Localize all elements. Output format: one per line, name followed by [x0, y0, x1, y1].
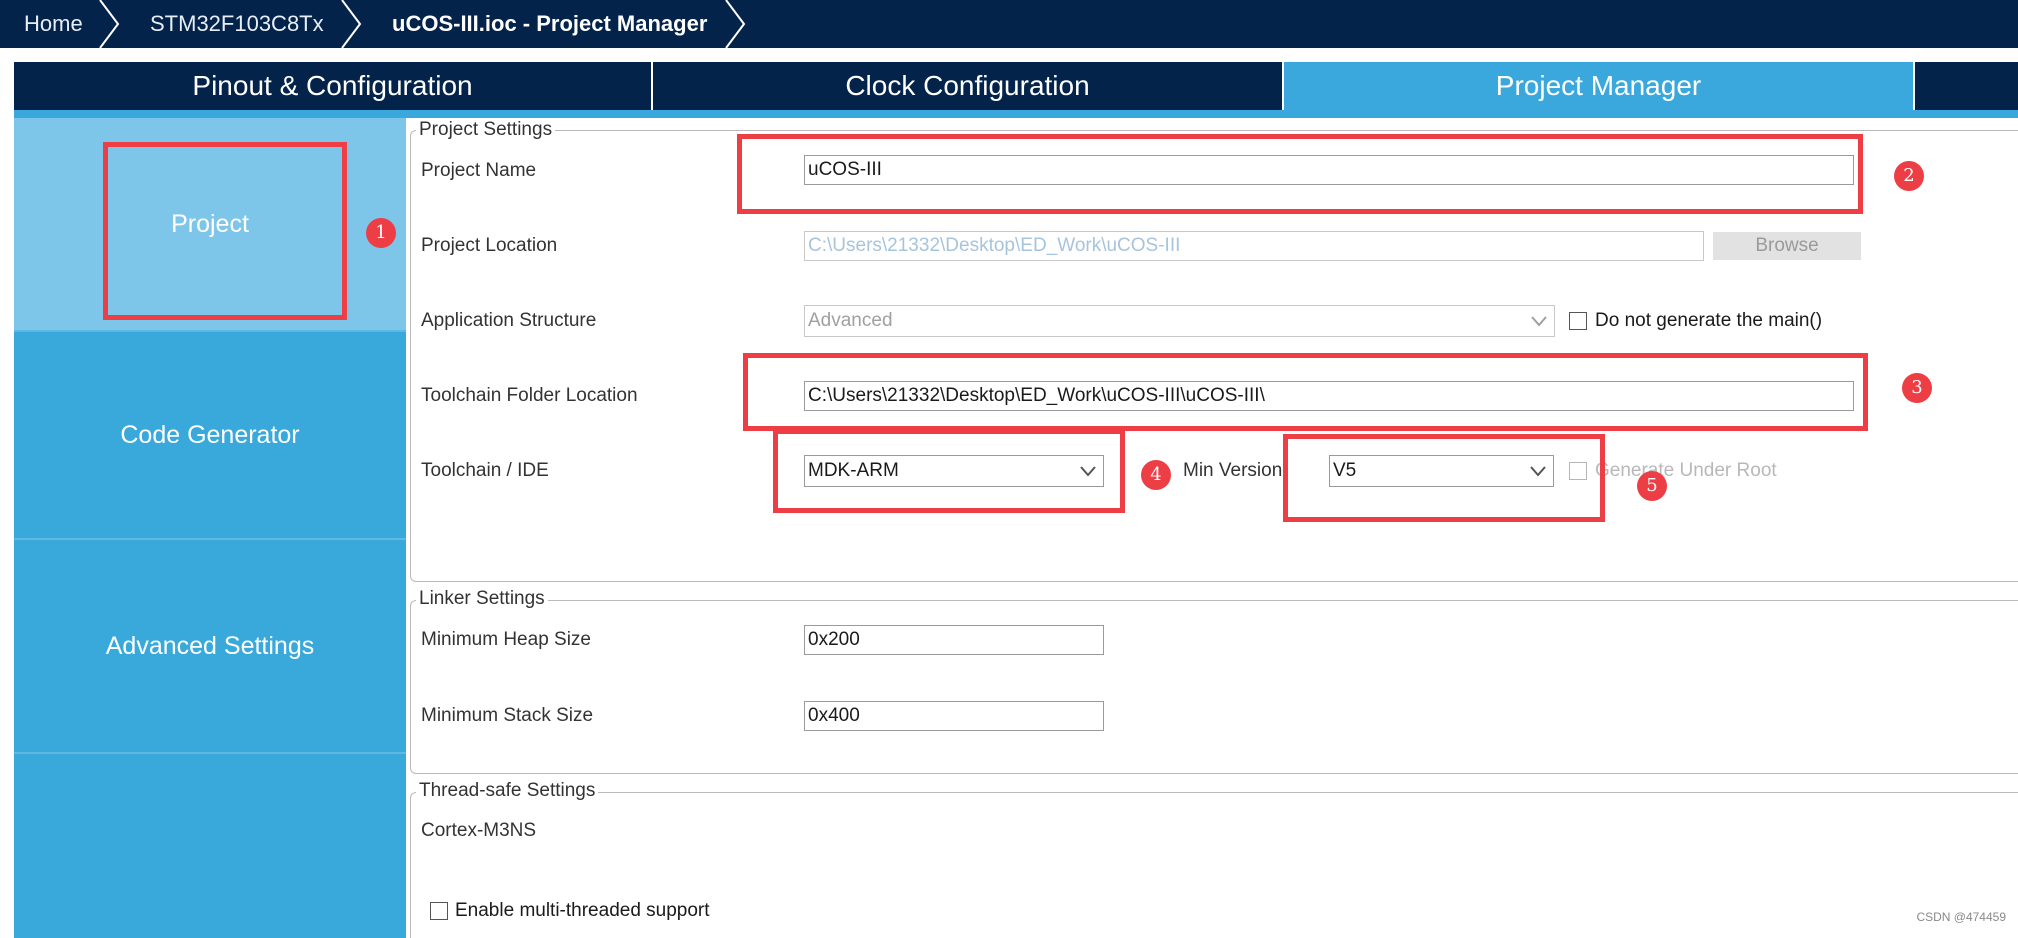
- breadcrumb: Home STM32F103C8Tx uCOS-III.ioc - Projec…: [0, 0, 2018, 48]
- enable-multithreaded-label: Enable multi-threaded support: [455, 900, 710, 921]
- min-version-label: Min Version: [1183, 460, 1283, 481]
- annotation-badge: 4: [1141, 460, 1171, 490]
- highlight-box: [737, 134, 1863, 214]
- project-name-label: Project Name: [421, 160, 537, 181]
- linker-settings-title: Linker Settings: [416, 588, 548, 610]
- min-stack-size-input[interactable]: 0x400: [804, 701, 1104, 731]
- chevron-right-icon: [722, 0, 748, 48]
- application-structure-label: Application Structure: [421, 310, 597, 331]
- project-settings-title: Project Settings: [416, 119, 556, 141]
- chevron-right-icon: [96, 0, 122, 48]
- toolchain-ide-label: Toolchain / IDE: [421, 460, 549, 481]
- tab-clock-configuration[interactable]: Clock Configuration: [653, 62, 1284, 110]
- highlight-box: [773, 429, 1125, 513]
- linker-settings-group: [410, 600, 2018, 774]
- breadcrumb-device[interactable]: STM32F103C8Tx: [150, 0, 324, 48]
- chevron-right-icon: [338, 0, 364, 48]
- min-heap-size-input[interactable]: 0x200: [804, 625, 1104, 655]
- browse-button[interactable]: Browse: [1713, 232, 1861, 260]
- do-not-generate-main-label: Do not generate the main(): [1595, 310, 1823, 331]
- annotation-badge: 2: [1894, 161, 1924, 191]
- sidebar-item-advanced-settings[interactable]: Advanced Settings: [14, 540, 406, 752]
- sidebar-item-label: Code Generator: [120, 421, 300, 449]
- chevron-down-icon: [1530, 314, 1548, 328]
- do-not-generate-main-checkbox[interactable]: [1569, 312, 1587, 330]
- sidebar-divider: [14, 752, 406, 754]
- annotation-badge: 3: [1902, 373, 1932, 403]
- min-heap-size-label: Minimum Heap Size: [421, 629, 591, 650]
- annotation-badge: 5: [1637, 471, 1667, 501]
- annotation-badge: 1: [366, 218, 396, 248]
- breadcrumb-current[interactable]: uCOS-III.ioc - Project Manager: [392, 0, 707, 48]
- core-label: Cortex-M3NS: [421, 820, 537, 841]
- tab-underline: [14, 110, 2018, 118]
- highlight-box: [103, 142, 347, 320]
- main-tabs: Pinout & Configuration Clock Configurati…: [14, 62, 2018, 110]
- watermark: CSDN @474459: [1916, 910, 2006, 924]
- breadcrumb-home[interactable]: Home: [24, 0, 83, 48]
- project-location-input[interactable]: C:\Users\21332\Desktop\ED_Work\uCOS-III: [804, 231, 1704, 261]
- application-structure-value: Advanced: [808, 310, 893, 331]
- tab-project-manager[interactable]: Project Manager: [1284, 62, 1915, 110]
- generate-under-root-label: Generate Under Root: [1595, 460, 1777, 481]
- min-stack-size-label: Minimum Stack Size: [421, 705, 594, 726]
- thread-safe-settings-title: Thread-safe Settings: [416, 780, 599, 802]
- toolchain-folder-label: Toolchain Folder Location: [421, 385, 638, 406]
- sidebar-item-code-generator[interactable]: Code Generator: [14, 332, 406, 538]
- sidebar-item-label: Advanced Settings: [105, 632, 315, 660]
- project-location-label: Project Location: [421, 235, 558, 256]
- highlight-box: [743, 353, 1868, 431]
- enable-multithreaded-checkbox[interactable]: [430, 902, 448, 920]
- highlight-box: [1283, 434, 1605, 522]
- application-structure-select[interactable]: Advanced: [804, 305, 1555, 337]
- tab-pinout-configuration[interactable]: Pinout & Configuration: [14, 62, 653, 110]
